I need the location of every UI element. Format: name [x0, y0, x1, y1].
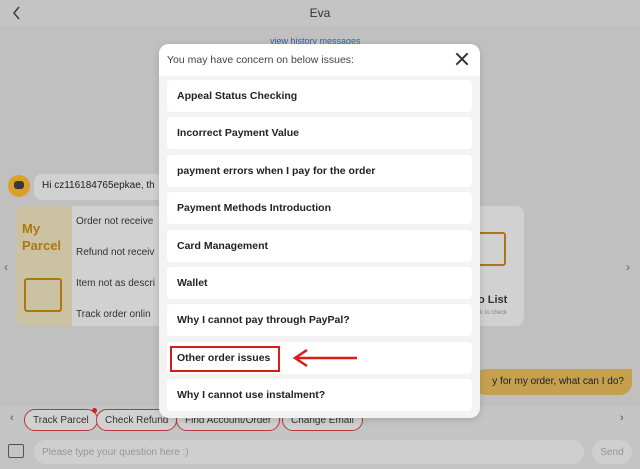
close-icon[interactable] [455, 52, 469, 66]
pointer-arrow-icon [292, 348, 357, 368]
modal-title: You may have concern on below issues: [167, 54, 354, 66]
issue-item[interactable]: Incorrect Payment Value [167, 117, 472, 150]
issues-modal: You may have concern on below issues: Ap… [159, 44, 480, 418]
issue-item[interactable]: Card Management [167, 229, 472, 262]
issue-item[interactable]: payment errors when I pay for the order [167, 154, 472, 187]
issue-item[interactable]: Payment Methods Introduction [167, 192, 472, 225]
issue-item[interactable]: Why I cannot use instalment? [167, 379, 472, 412]
highlight-box [170, 346, 280, 372]
issue-item[interactable]: Why I cannot pay through PayPal? [167, 304, 472, 337]
modal-header: You may have concern on below issues: [159, 44, 480, 76]
issue-item[interactable]: Appeal Status Checking [167, 80, 472, 112]
issue-item[interactable]: Wallet [167, 266, 472, 299]
